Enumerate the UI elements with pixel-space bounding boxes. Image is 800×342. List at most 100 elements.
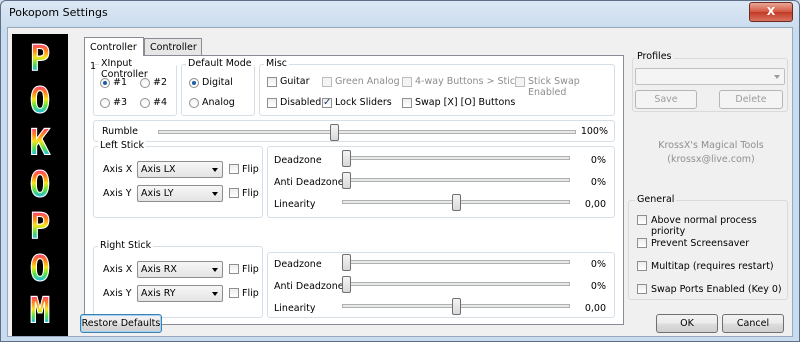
chevron-down-icon xyxy=(212,292,218,296)
left-stick-title: Left Stick xyxy=(98,140,147,151)
lock-sliders-checkbox[interactable]: ✓ xyxy=(322,98,332,108)
general-title: General xyxy=(635,194,677,205)
right-linearity-slider[interactable] xyxy=(342,296,570,316)
window-title: Pokopom Settings xyxy=(9,6,108,19)
left-anti-deadzone-slider[interactable] xyxy=(342,170,570,190)
left-flip-y-label: Flip xyxy=(242,188,259,199)
credits-line-1: KrossX's Magical Tools xyxy=(658,140,764,151)
swap-buttons-checkbox[interactable] xyxy=(402,98,412,108)
green-analog-checkbox[interactable] xyxy=(322,77,332,87)
profile-select[interactable] xyxy=(635,68,785,85)
left-flip-x-checkbox[interactable] xyxy=(229,164,239,174)
right-anti-deadzone-value: 0% xyxy=(590,281,606,292)
slider-track[interactable] xyxy=(342,178,570,182)
right-stick-group: Right Stick Axis X Axis RX Flip Axis Y A… xyxy=(93,240,263,318)
slider-track[interactable] xyxy=(158,130,576,134)
xinput-radio-4[interactable] xyxy=(140,98,150,108)
logo-letter: O xyxy=(29,80,51,122)
xinput-label-1: #1 xyxy=(113,77,128,88)
right-flip-y-label: Flip xyxy=(242,288,259,299)
disabled-checkbox[interactable] xyxy=(267,98,277,108)
right-deadzone-slider[interactable] xyxy=(342,252,570,272)
profile-save-button[interactable]: Save xyxy=(635,90,697,109)
chevron-down-icon xyxy=(212,268,218,272)
controller-panel: XInput Controller #1 #2 #3 #4 Default Mo… xyxy=(84,55,624,325)
guitar-checkbox[interactable] xyxy=(267,77,277,87)
right-axis-y-select[interactable]: Axis RY xyxy=(137,285,223,302)
right-flip-x-checkbox[interactable] xyxy=(229,264,239,274)
misc-title: Misc xyxy=(264,58,290,69)
xinput-label-2: #2 xyxy=(153,77,168,88)
logo-letter: M xyxy=(29,290,51,332)
profiles-title: Profiles xyxy=(635,51,674,62)
ok-button[interactable]: OK xyxy=(656,314,718,333)
right-anti-deadzone-slider[interactable] xyxy=(342,274,570,294)
restore-defaults-button[interactable]: Restore Defaults xyxy=(80,314,162,333)
misc-group: Misc Guitar Green Analog 4-way Buttons >… xyxy=(259,58,615,116)
tab-controller-2[interactable]: Controller 2 xyxy=(144,38,202,70)
slider-track[interactable] xyxy=(342,282,570,286)
disabled-label: Disabled xyxy=(280,97,322,108)
slider-thumb[interactable] xyxy=(342,276,351,293)
swap-ports-checkbox[interactable] xyxy=(637,284,647,294)
logo-letter: O xyxy=(29,248,51,290)
left-flip-y-checkbox[interactable] xyxy=(229,188,239,198)
four-way-label: 4-way Buttons > Stick xyxy=(415,76,521,87)
above-normal-checkbox[interactable] xyxy=(637,215,647,225)
stick-swap-checkbox[interactable] xyxy=(515,77,525,87)
chevron-down-icon xyxy=(774,75,780,79)
slider-thumb[interactable] xyxy=(342,254,351,271)
profiles-group: Profiles Save Delete xyxy=(632,51,788,112)
right-deadzone-value: 0% xyxy=(590,259,606,270)
left-axis-y-select[interactable]: Axis LY xyxy=(137,185,223,202)
rumble-slider[interactable] xyxy=(158,122,576,142)
xinput-group: XInput Controller #1 #2 #3 #4 xyxy=(93,58,177,116)
slider-thumb[interactable] xyxy=(330,124,339,141)
left-deadzone-label: Deadzone xyxy=(274,155,322,166)
default-mode-title: Default Mode xyxy=(186,58,254,69)
tab-controller-1[interactable]: Controller 1 xyxy=(84,37,144,72)
right-stick-title: Right Stick xyxy=(98,240,154,251)
right-anti-deadzone-label: Anti Deadzone xyxy=(274,281,344,292)
rumble-value: 100% xyxy=(580,126,608,137)
prevent-screensaver-label: Prevent Screensaver xyxy=(651,238,750,249)
profile-delete-button[interactable]: Delete xyxy=(719,90,783,109)
mode-radio-analog[interactable] xyxy=(189,98,199,108)
logo-letter: P xyxy=(29,38,51,80)
left-linearity-slider[interactable] xyxy=(342,192,570,212)
right-axis-y-value: Axis RY xyxy=(141,288,176,299)
guitar-label: Guitar xyxy=(280,76,310,87)
right-flip-y-checkbox[interactable] xyxy=(229,288,239,298)
left-linearity-value: 0,00 xyxy=(584,199,606,210)
credits-line-2: (krossx@live.com) xyxy=(667,154,755,165)
mode-label-digital: Digital xyxy=(202,77,233,88)
four-way-checkbox[interactable] xyxy=(402,77,412,87)
slider-thumb[interactable] xyxy=(452,298,461,315)
multitap-checkbox[interactable] xyxy=(637,261,647,271)
swap-ports-label: Swap Ports Enabled (Key 0) xyxy=(651,284,782,295)
right-axis-x-value: Axis RX xyxy=(141,264,177,275)
xinput-radio-2[interactable] xyxy=(140,78,150,88)
xinput-radio-1[interactable] xyxy=(100,78,110,88)
cancel-button[interactable]: Cancel xyxy=(722,314,784,333)
left-anti-deadzone-label: Anti Deadzone xyxy=(274,177,344,188)
left-deadzone-slider[interactable] xyxy=(342,148,570,168)
logo-letter: O xyxy=(29,164,51,206)
xinput-radio-3[interactable] xyxy=(100,98,110,108)
close-button[interactable]: X xyxy=(749,2,793,22)
prevent-screensaver-checkbox[interactable] xyxy=(637,238,647,248)
slider-thumb[interactable] xyxy=(452,194,461,211)
left-axis-x-select[interactable]: Axis LX xyxy=(137,161,223,178)
right-stick-sliders: Deadzone 0% Anti Deadzone 0% Linearity 0… xyxy=(267,252,615,318)
xinput-label-3: #3 xyxy=(113,97,128,108)
left-axis-x-value: Axis LX xyxy=(141,164,176,175)
right-axis-x-select[interactable]: Axis RX xyxy=(137,261,223,278)
rumble-group: Rumble 100% xyxy=(93,120,615,142)
slider-thumb[interactable] xyxy=(342,150,351,167)
mode-radio-digital[interactable] xyxy=(189,78,199,88)
slider-track[interactable] xyxy=(342,260,570,264)
slider-track[interactable] xyxy=(342,156,570,160)
slider-thumb[interactable] xyxy=(342,172,351,189)
swap-buttons-label: Swap [X] [O] Buttons xyxy=(415,97,516,108)
green-analog-label: Green Analog xyxy=(335,76,400,87)
